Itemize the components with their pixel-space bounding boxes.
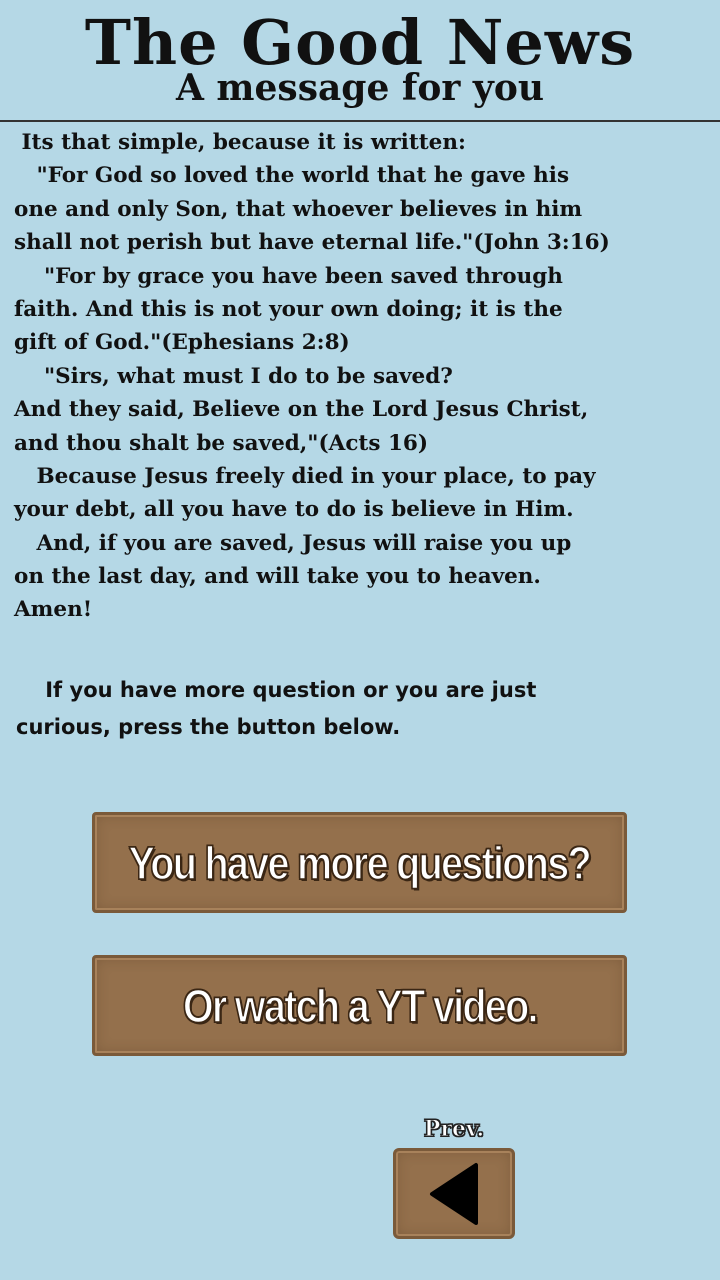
header: The Good News A message for you [0,0,720,122]
watch-video-button[interactable]: Or watch a YT video. [92,955,627,1056]
invite-text: If you have more question or you are jus… [16,672,706,746]
message-line: "Sirs, what must I do to be saved? [14,363,453,389]
more-questions-button[interactable]: You have more questions? [92,812,627,913]
message-body: Its that simple, because it is written: … [14,126,720,627]
page-subtitle: A message for you [175,67,545,109]
triangle-left-icon [424,1159,484,1229]
watch-video-label: Or watch a YT video. [182,979,539,1033]
more-questions-label: You have more questions? [128,836,592,890]
message-line: one and only Son, that whoever believes … [14,196,583,222]
message-line: Because Jesus freely died in your place,… [14,463,596,489]
message-line: on the last day, and will take you to he… [14,564,541,590]
message-line: gift of God."(Ephesians 2:8) [14,330,350,356]
message-line: and thou shalt be saved,"(Acts 16) [14,430,429,456]
message-line: your debt, all you have to do is believe… [14,497,574,523]
invite-line: If you have more question or you are jus… [16,678,537,702]
message-line: faith. And this is not your own doing; i… [14,296,563,322]
message-line: Its that simple, because it is written: [14,130,466,155]
prev-label: Prev. [423,1116,485,1143]
prev-button[interactable] [393,1148,515,1239]
message-line: "For God so loved the world that he gave… [14,163,570,189]
message-line: And, if you are saved, Jesus will raise … [14,530,572,556]
message-line: "For by grace you have been saved throug… [14,263,563,289]
invite-line: curious, press the button below. [16,715,401,739]
message-line: And they said, Believe on the Lord Jesus… [14,397,589,423]
message-line: shall not perish but have eternal life."… [14,230,610,256]
message-line: Amen! [14,597,93,623]
